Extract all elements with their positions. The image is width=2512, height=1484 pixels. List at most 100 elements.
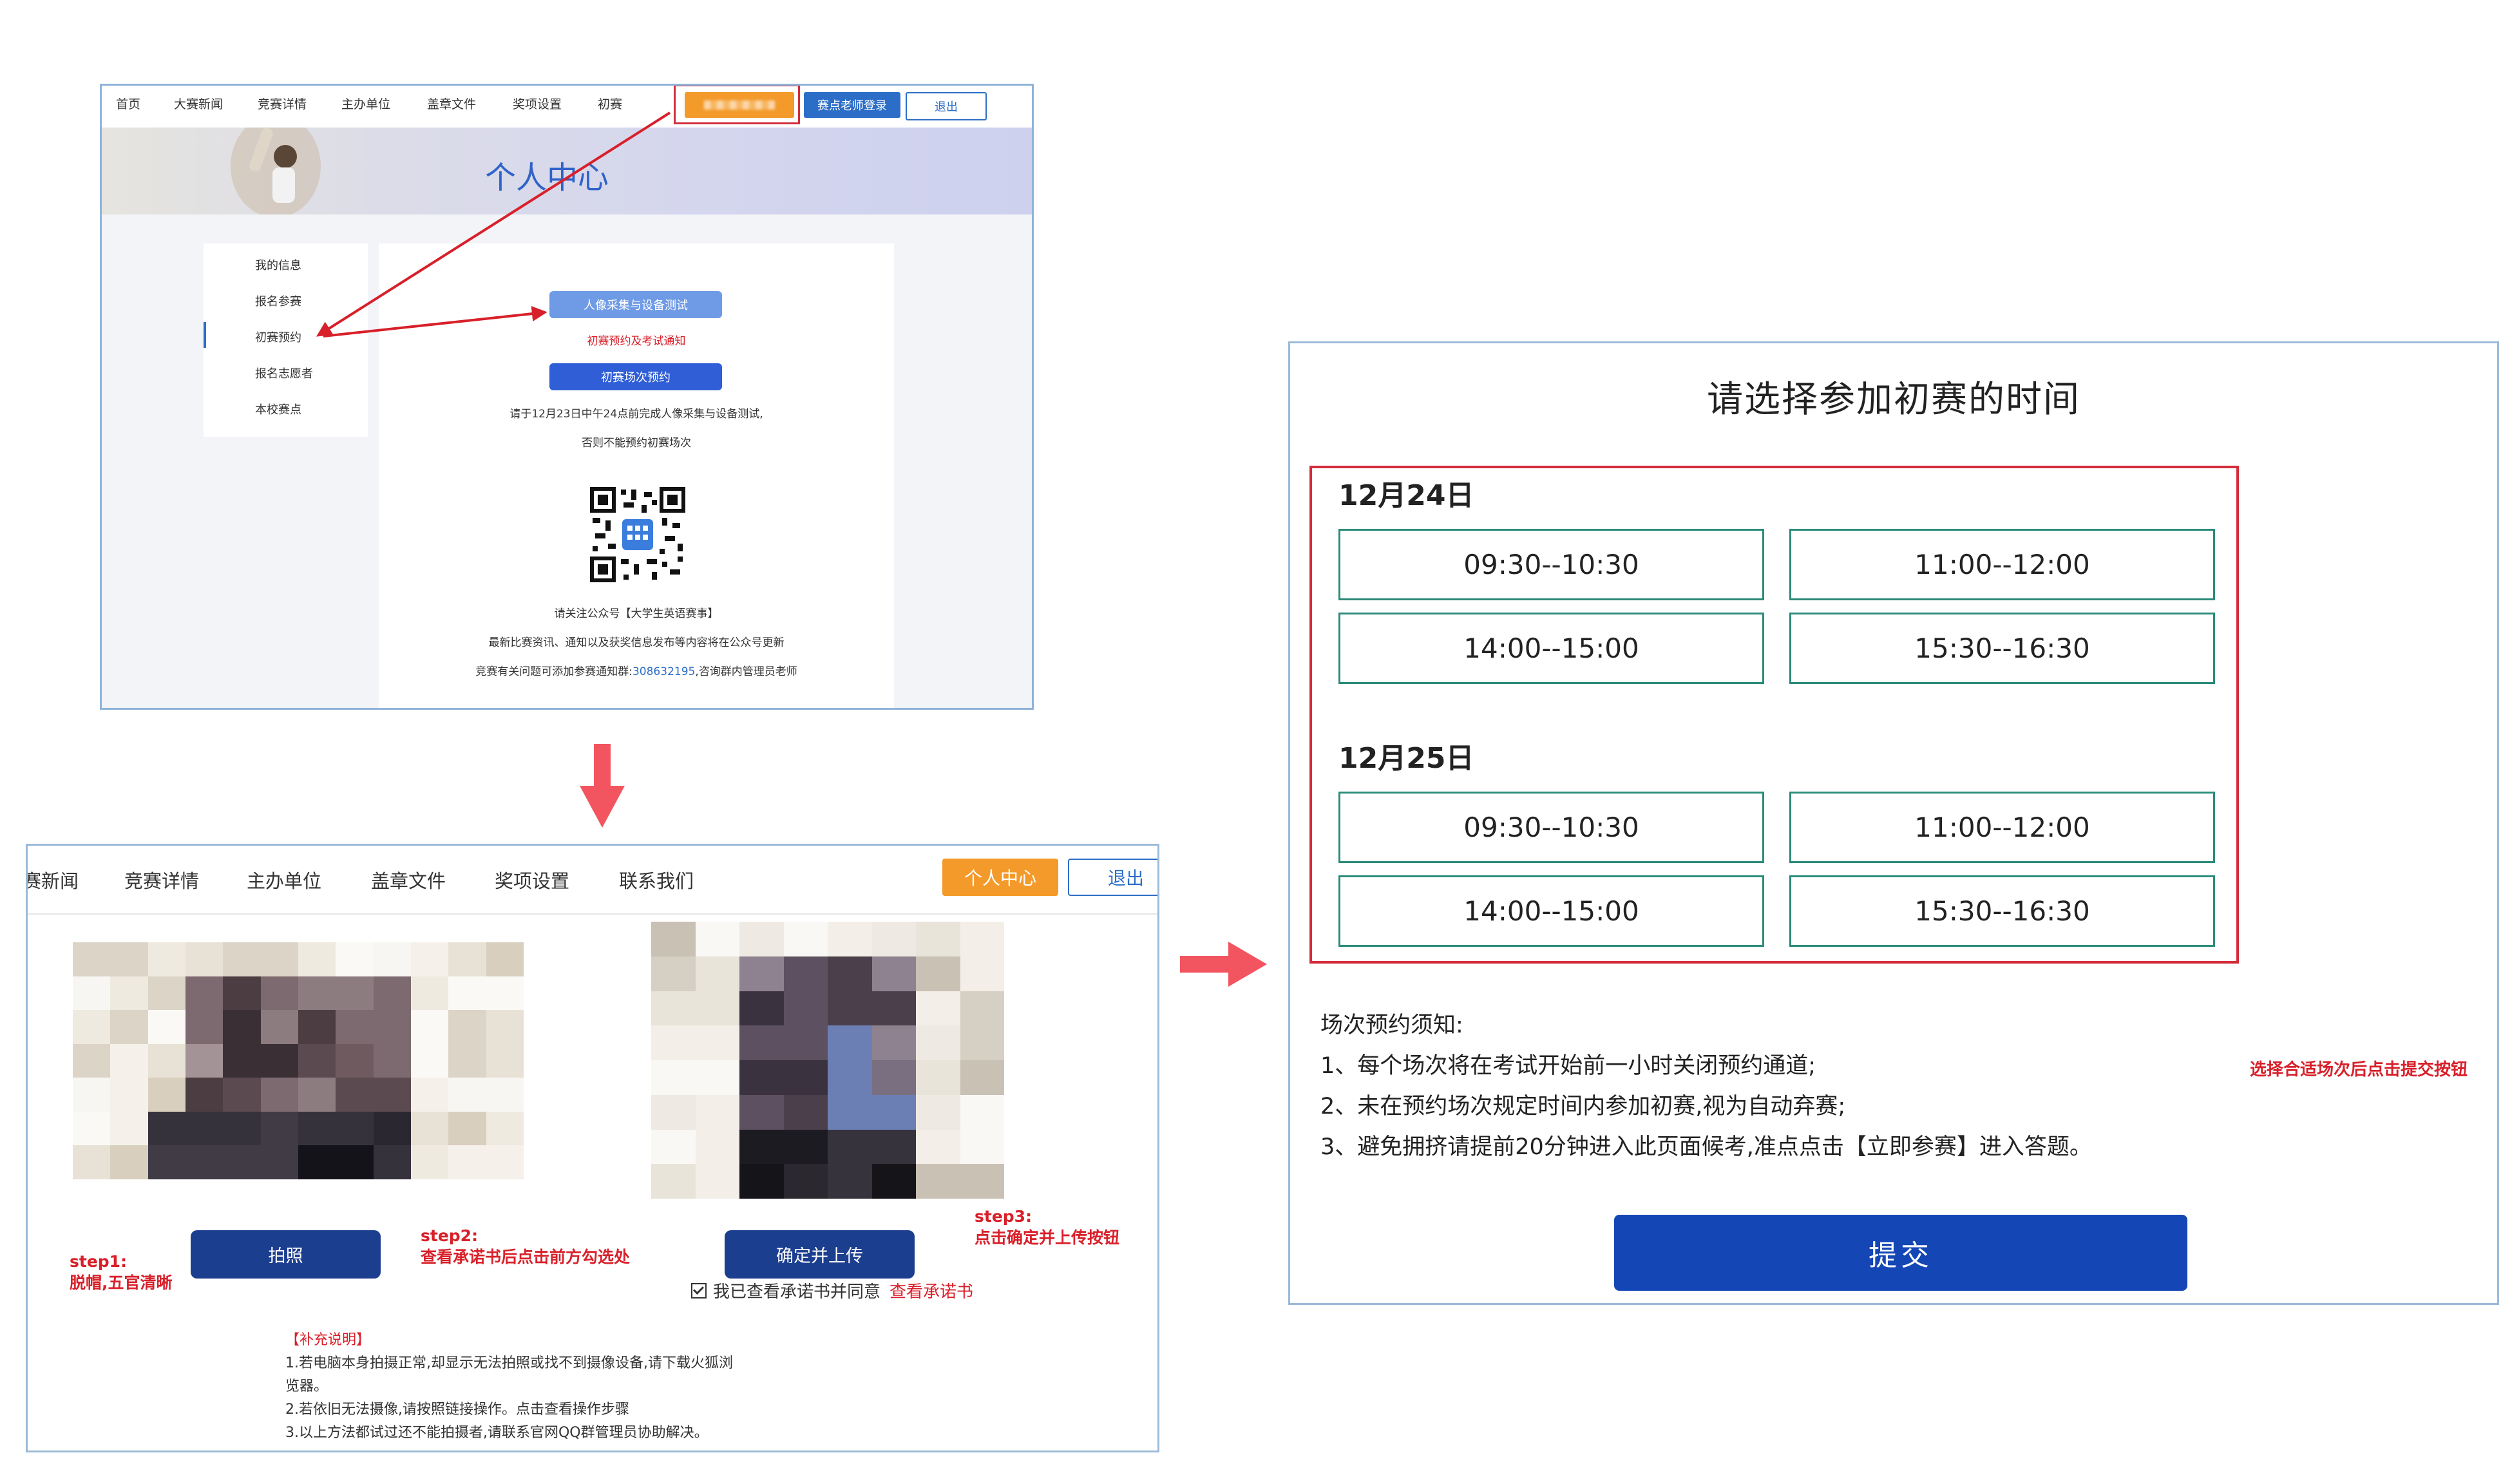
notice-title: 场次预约须知: [1320,1013,1463,1038]
mosaic-pixel [223,1078,262,1112]
mosaic-pixel [739,1025,784,1061]
notice-line2: 2、未在预约场次规定时间内参加初赛,视为自动弃赛; [1320,1094,1846,1119]
mosaic-pixel [411,976,449,1011]
slot-day1-2[interactable]: 11:00--12:00 [1789,529,2215,600]
mosaic-pixel [695,1060,740,1095]
mosaic-pixel [110,942,149,976]
mosaic-pixel [695,991,740,1026]
mosaic-pixel [73,1043,111,1078]
mosaic-pixel [336,1078,374,1112]
mosaic-pixel [783,922,828,956]
nav-details-2[interactable]: 竞赛详情 [124,866,199,893]
mosaic-pixel [486,1043,524,1078]
mosaic-pixel [298,1043,336,1078]
slot-day2-2[interactable]: 11:00--12:00 [1789,792,2215,863]
mosaic-pixel [260,1145,299,1179]
view-commitment-link[interactable]: 查看承诺书 [890,1279,973,1302]
mosaic-pixel [448,1145,487,1179]
mosaic-pixel [695,1164,740,1199]
page-title: 请选择参加初赛的时间 [1707,379,2080,421]
mosaic-pixel [916,1025,960,1061]
step3-title: step3: [975,1207,1032,1226]
logout-button-2[interactable]: 退出 [1068,859,1157,896]
mosaic-pixel [73,1145,111,1179]
mosaic-pixel [871,991,917,1026]
mosaic-pixel [223,942,262,976]
mosaic-pixel [783,1129,828,1165]
take-photo-button[interactable]: 拍照 [191,1230,381,1279]
mosaic-pixel [739,1129,784,1165]
mosaic-pixel [960,1060,1004,1095]
slot-day2-3[interactable]: 14:00--15:00 [1338,875,1764,947]
submit-button[interactable]: 提交 [1614,1215,2187,1291]
mosaic-pixel [73,942,111,976]
mosaic-pixel [110,1043,149,1078]
mosaic-pixel [960,1025,1004,1061]
mosaic-pixel [960,956,1004,991]
nav-awards-2[interactable]: 奖项设置 [495,866,569,893]
mosaic-pixel [651,1164,696,1199]
mosaic-pixel [960,922,1004,956]
mosaic-pixel [651,1025,696,1061]
slot-day2-1[interactable]: 09:30--10:30 [1338,792,1764,863]
step1-desc: 脱帽,五官清晰 [70,1273,173,1292]
mosaic-pixel [336,1145,374,1179]
photo-capture-screenshot: 赛新闻 竞赛详情 主办单位 盖章文件 奖项设置 联系我们 个人中心 退出 拍照 … [26,844,1159,1452]
mosaic-pixel [260,942,299,976]
slot-day2-4[interactable]: 15:30--16:30 [1789,875,2215,947]
mosaic-pixel [695,956,740,991]
mosaic-pixel [186,1043,224,1078]
agree-checkbox[interactable] [691,1282,707,1298]
mosaic-pixel [373,942,412,976]
mosaic-pixel [73,1111,111,1146]
mosaic-pixel [411,1078,449,1112]
mosaic-pixel [260,1010,299,1045]
submit-annotation: 选择合适场次后点击提交按钮 [2250,1060,2468,1080]
mosaic-pixel [260,1043,299,1078]
mosaic-pixel [298,1010,336,1045]
mosaic-pixel [651,922,696,956]
mosaic-pixel [186,1010,224,1045]
mosaic-pixel [871,922,917,956]
mosaic-pixel [186,1111,224,1146]
mosaic-pixel [828,1025,872,1061]
nav-contact-2[interactable]: 联系我们 [619,866,694,893]
mosaic-pixel [411,1043,449,1078]
mosaic-pixel [651,1129,696,1165]
mosaic-pixel [916,1164,960,1199]
personal-center-button[interactable]: 个人中心 [942,859,1058,896]
step2-title: step2: [421,1226,479,1245]
mosaic-pixel [260,1111,299,1146]
captured-photo [651,922,1004,1199]
mosaic-pixel [960,1164,1004,1199]
step2-note: step2: 查看承诺书后点击前方勾选处 [421,1226,630,1268]
mosaic-pixel [298,942,336,976]
mosaic-pixel [871,1164,917,1199]
mosaic-pixel [783,1025,828,1061]
mosaic-pixel [871,1094,917,1130]
mosaic-pixel [448,942,487,976]
slot-day1-1[interactable]: 09:30--10:30 [1338,529,1764,600]
mosaic-pixel [373,1111,412,1146]
mosaic-pixel [336,1010,374,1045]
nav-organizer-2[interactable]: 主办单位 [247,866,321,893]
mosaic-pixel [828,1129,872,1165]
slot-day1-4[interactable]: 15:30--16:30 [1789,613,2215,684]
mosaic-pixel [336,1111,374,1146]
date-label-day2: 12月25日 [1338,742,1474,775]
step2-desc: 查看承诺书后点击前方勾选处 [421,1247,631,1266]
slot-day1-3[interactable]: 14:00--15:00 [1338,613,1764,684]
mosaic-pixel [828,956,872,991]
mosaic-pixel [739,956,784,991]
right-arrow-icon [1180,942,1267,987]
mosaic-pixel [486,1111,524,1146]
confirm-upload-button[interactable]: 确定并上传 [725,1230,915,1279]
agree-row: 我已查看承诺书并同意 查看承诺书 [691,1279,973,1302]
mosaic-pixel [695,1025,740,1061]
mosaic-pixel [916,956,960,991]
nav-news-2[interactable]: 赛新闻 [28,866,79,893]
mosaic-pixel [373,1145,412,1179]
mosaic-pixel [336,976,374,1011]
nav-documents-2[interactable]: 盖章文件 [371,866,446,893]
mosaic-pixel [186,1145,224,1179]
